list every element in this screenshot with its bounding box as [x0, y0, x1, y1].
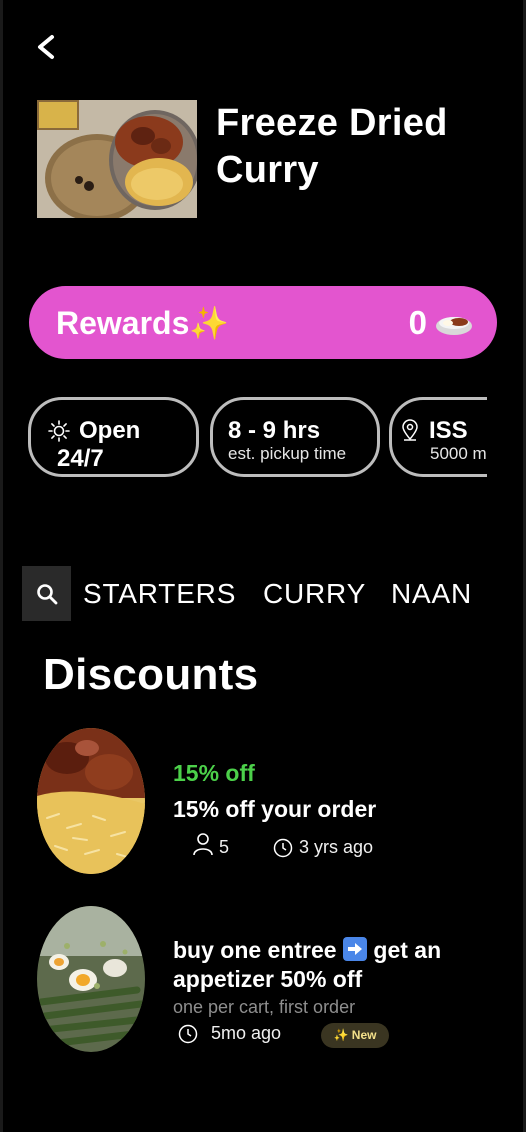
discount-1-image: [37, 728, 145, 874]
discounts-heading: Discounts: [43, 650, 259, 699]
location-pill[interactable]: ISS 5000 mi: [389, 397, 487, 477]
pickup-time-label: est. pickup time: [228, 444, 347, 463]
category-search-button[interactable]: [22, 566, 71, 621]
discount-2-time: 5mo ago: [211, 1023, 282, 1043]
sun-icon: [48, 420, 70, 442]
new-badge: ✨ New: [321, 1023, 389, 1048]
product-image: [37, 100, 197, 218]
category-tab-naan[interactable]: NAAN: [391, 578, 472, 610]
discount-2-note: one per cart, first order: [173, 997, 356, 1017]
hours-line2: 24/7: [57, 445, 104, 472]
clock-icon: [273, 838, 293, 858]
pickup-time-value: 8 - 9 hrs: [228, 417, 321, 444]
clock-icon: [178, 1024, 198, 1044]
discount-1-percent: 15% off: [173, 760, 255, 786]
rewards-bar[interactable]: Rewards✨ 0: [29, 286, 497, 359]
location-pin-icon: [402, 419, 418, 441]
user-icon: [193, 833, 213, 856]
discount-1-time: 3 yrs ago: [299, 837, 374, 857]
discount-2-name: buy one entree get an appetizer 50% off: [173, 936, 473, 994]
discount-1-name: 15% off your order: [173, 796, 377, 822]
discount-2-image: [37, 906, 145, 1052]
search-icon: [37, 584, 58, 605]
hours-line1: Open: [79, 417, 141, 444]
location-distance: 5000 mi: [430, 444, 487, 463]
right-arrow-icon: [343, 937, 367, 961]
category-tab-starters[interactable]: STARTERS: [83, 578, 236, 610]
rewards-count: 0: [408, 304, 427, 341]
pickup-time-pill[interactable]: 8 - 9 hrs est. pickup time: [210, 397, 380, 477]
rewards-label: Rewards✨: [56, 305, 230, 341]
location-name: ISS: [429, 417, 468, 444]
curry-bowl-icon: [436, 317, 472, 335]
left-edge: [0, 0, 3, 1132]
info-pills-row[interactable]: Open 24/7 8 - 9 hrs est. pickup time ISS…: [0, 397, 487, 483]
category-tab-curry[interactable]: CURRY: [263, 578, 366, 610]
page-title: Freeze Dried Curry: [216, 102, 448, 191]
hours-pill[interactable]: Open 24/7: [28, 397, 199, 477]
chevron-left-icon: [38, 35, 54, 59]
back-button[interactable]: [34, 32, 64, 66]
discount-2-name-part1: buy one entree: [173, 937, 337, 963]
discount-1-users: 5: [219, 837, 230, 857]
